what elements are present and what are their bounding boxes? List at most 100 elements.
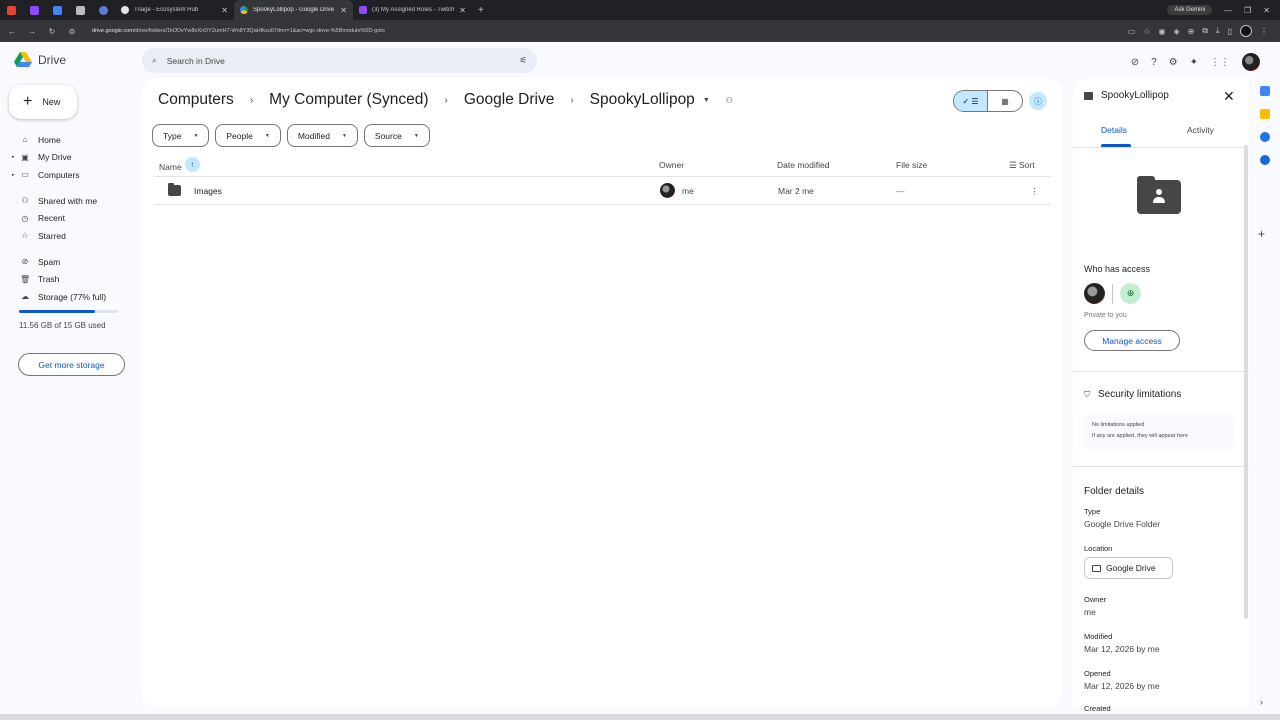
details-info-button[interactable]: ⓘ: [1029, 92, 1047, 110]
sidebar-item-home[interactable]: ⌂ Home: [14, 131, 134, 149]
table-row[interactable]: Images me Mar 2 me — ⋮: [154, 178, 1051, 205]
reload-icon[interactable]: ↻: [46, 27, 58, 36]
dropdown-arrow-icon: ▼: [264, 132, 270, 139]
help-icon[interactable]: ?: [1151, 57, 1157, 68]
pinned-tab-gmail[interactable]: [0, 0, 23, 20]
close-icon[interactable]: ✕: [459, 6, 466, 15]
column-file-size-header: File size: [896, 160, 928, 170]
expand-caret-icon[interactable]: ▸: [12, 154, 15, 160]
sidebar-item-my-drive[interactable]: ▸ ▣ My Drive: [12, 149, 134, 167]
browser-toolbar: ← → ↻ ⊜ drive.google.com/drive/folders/1…: [0, 20, 1280, 42]
drive-logo[interactable]: Drive: [14, 52, 66, 68]
manage-access-button[interactable]: Manage access: [1084, 330, 1180, 351]
column-name-header[interactable]: Name ↑: [159, 157, 200, 175]
close-icon[interactable]: ✕: [1223, 88, 1235, 105]
sidebar-item-spam[interactable]: ⊘ Spam: [14, 253, 134, 271]
search-options-icon[interactable]: ⚟: [519, 55, 527, 66]
sidebar-item-storage[interactable]: ☁ Storage (77% full): [14, 288, 134, 306]
offline-status-icon[interactable]: ⊘: [1131, 57, 1139, 68]
sidebar-item-trash[interactable]: 🗑 Trash: [14, 271, 134, 289]
globe-icon[interactable]: ⊕: [1120, 283, 1141, 304]
sidebar-item-shared[interactable]: ⚇ Shared with me: [14, 192, 134, 210]
details-scrollbar[interactable]: [1244, 145, 1248, 619]
sidebar-item-starred[interactable]: ☆ Starred: [14, 227, 134, 245]
folder-menu-dropdown-icon[interactable]: ▼: [699, 97, 710, 104]
more-actions-icon[interactable]: ⋮: [1030, 186, 1039, 197]
account-avatar[interactable]: [1242, 53, 1260, 71]
new-tab-icon[interactable]: +: [472, 5, 490, 16]
forward-icon[interactable]: →: [26, 27, 38, 36]
tasks-icon[interactable]: [1260, 132, 1270, 142]
pinned-tab-twitch[interactable]: [23, 0, 46, 20]
settings-gear-icon[interactable]: ⚙: [1169, 57, 1178, 68]
browser-profile-avatar[interactable]: [1240, 25, 1252, 37]
download-icon[interactable]: ⤓: [1216, 26, 1220, 36]
search-bar[interactable]: ⌕ Search in Drive ⚟: [142, 48, 537, 73]
location-chip[interactable]: Google Drive: [1084, 557, 1173, 579]
column-date-modified-header[interactable]: Date modified: [777, 160, 829, 170]
filter-people[interactable]: People ▼: [215, 124, 281, 147]
bookmark-star-icon[interactable]: ☆: [1143, 27, 1150, 36]
divider: [1112, 283, 1113, 304]
tab-twitch[interactable]: (3) My Assigned Roles - Twitch ✕: [353, 0, 472, 20]
column-label: Name: [159, 161, 182, 172]
breadcrumb-item-computers[interactable]: Computers: [154, 91, 238, 109]
pinned-tab-docs[interactable]: [46, 0, 69, 20]
cast-icon[interactable]: ▭: [1128, 27, 1136, 36]
gemini-sparkle-icon[interactable]: ✦: [1190, 57, 1198, 68]
minimize-icon[interactable]: —: [1224, 6, 1232, 15]
sidebar-item-computers[interactable]: ▸ ▭ Computers: [12, 166, 134, 184]
apps-grid-icon[interactable]: ⋮⋮: [1210, 57, 1230, 68]
extension-icon[interactable]: ⊕: [1188, 27, 1195, 36]
add-app-icon[interactable]: +: [1258, 227, 1265, 241]
calendar-icon[interactable]: [1260, 86, 1270, 96]
dropdown-arrow-icon: ▼: [341, 132, 347, 139]
ask-gemini-button[interactable]: Ask Gemini: [1167, 5, 1213, 15]
back-icon[interactable]: ←: [6, 27, 18, 36]
tab-details[interactable]: Details: [1101, 125, 1127, 135]
browser-menu-icon[interactable]: ⋮: [1260, 27, 1268, 36]
grid-view-button[interactable]: ▦: [988, 91, 1022, 111]
window-close-icon[interactable]: ✕: [1263, 6, 1270, 15]
restore-icon[interactable]: ❐: [1244, 6, 1251, 15]
breadcrumb-item-google-drive[interactable]: Google Drive: [460, 91, 558, 109]
breadcrumb-item-current-folder[interactable]: SpookyLollipop: [586, 91, 699, 109]
sort-ascending-icon[interactable]: ↑: [184, 157, 200, 172]
trash-icon: 🗑: [20, 274, 31, 284]
get-more-storage-button[interactable]: Get more storage: [18, 353, 125, 376]
filter-modified[interactable]: Modified ▼: [286, 124, 358, 147]
extension-icon[interactable]: ◈: [1173, 27, 1179, 36]
extensions-puzzle-icon[interactable]: ⧉: [1202, 26, 1208, 36]
contacts-icon[interactable]: [1260, 155, 1270, 165]
owner-avatar[interactable]: [1084, 283, 1105, 304]
pinned-tab-app[interactable]: [69, 0, 92, 20]
header-actions: ⊘ ? ⚙ ✦ ⋮⋮: [1131, 53, 1260, 71]
filter-source[interactable]: Source ▼: [363, 124, 430, 147]
breadcrumb-item-my-computer[interactable]: My Computer (Synced): [265, 91, 432, 109]
extension-icon[interactable]: ◉: [1158, 27, 1165, 36]
tab-triage[interactable]: Triage - Ecosystem Hub ✕: [115, 0, 234, 20]
tab-activity[interactable]: Activity: [1187, 125, 1214, 135]
close-icon[interactable]: ✕: [221, 6, 228, 15]
address-bar[interactable]: drive.google.com/drive/folders/1kODvYw8o…: [86, 23, 1120, 39]
dropdown-arrow-icon: ▼: [413, 132, 419, 139]
expand-caret-icon[interactable]: ▸: [12, 172, 15, 178]
new-button[interactable]: + New: [9, 85, 77, 119]
my-drive-icon: ▣: [21, 152, 29, 162]
tab-drive[interactable]: SpookyLollipop - Google Drive ✕: [234, 0, 353, 20]
sort-button[interactable]: ☰ Sort: [1009, 160, 1035, 171]
keep-icon[interactable]: [1260, 109, 1270, 119]
owner-avatar: [660, 183, 675, 198]
side-panel-icon[interactable]: ▯: [1228, 27, 1232, 36]
chevron-right-icon[interactable]: ›: [1260, 697, 1263, 707]
info-icon: ⓘ: [1034, 96, 1042, 106]
close-icon[interactable]: ✕: [340, 6, 347, 15]
list-view-button[interactable]: ✓ ☰: [954, 91, 989, 111]
shared-people-icon[interactable]: ⚇: [710, 96, 733, 105]
search-input[interactable]: Search in Drive: [167, 56, 510, 66]
sidebar-item-recent[interactable]: ◷ Recent: [14, 210, 134, 228]
site-info-icon[interactable]: ⊜: [66, 27, 78, 36]
filter-type[interactable]: Type ▼: [152, 124, 210, 147]
pinned-tab-search[interactable]: [92, 0, 115, 20]
search-icon[interactable]: ⌕: [152, 55, 157, 66]
